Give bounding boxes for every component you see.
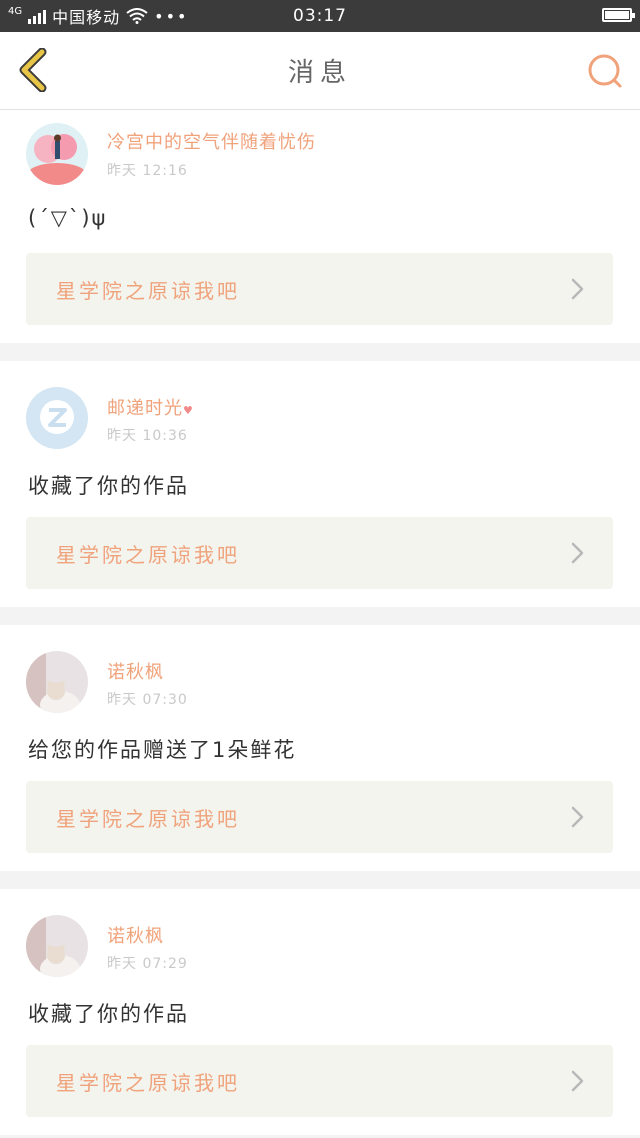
message-content: 收藏了你的作品 (28, 474, 189, 498)
username[interactable]: 冷宫中的空气伴随着忧伤 (107, 128, 316, 154)
username[interactable]: 诺秋枫 (107, 658, 164, 684)
work-link[interactable]: 星学院之原谅我吧 (26, 1045, 613, 1117)
timestamp: 昨天 12:16 (107, 163, 188, 179)
work-link[interactable]: 星学院之原谅我吧 (26, 253, 613, 325)
header-bar: 消息 (0, 32, 640, 110)
chevron-right-icon (571, 806, 584, 828)
page-title: 消息 (287, 58, 352, 88)
avatar[interactable] (26, 123, 88, 185)
username[interactable]: 诺秋枫 (107, 922, 164, 948)
message-card: 诺秋枫 昨天 07:30 给您的作品赠送了1朵鲜花 星学院之原谅我吧 (0, 625, 640, 871)
chevron-right-icon (571, 278, 584, 300)
avatar[interactable] (26, 651, 88, 713)
message-content: (´▽`)ψ (28, 206, 108, 230)
work-title: 星学院之原谅我吧 (56, 278, 240, 303)
message-content: 收藏了你的作品 (28, 1002, 189, 1026)
search-icon (588, 54, 622, 88)
avatar-image (26, 651, 88, 713)
search-button[interactable] (586, 52, 626, 92)
timestamp: 昨天 10:36 (107, 428, 188, 444)
message-card: 冷宫中的空气伴随着忧伤 昨天 12:16 (´▽`)ψ 星学院之原谅我吧 (0, 110, 640, 343)
status-bar: 4G 中国移动 ••• 03:17 (0, 0, 640, 32)
timestamp: 昨天 07:29 (107, 956, 188, 972)
work-link[interactable]: 星学院之原谅我吧 (26, 517, 613, 589)
message-content: 给您的作品赠送了1朵鲜花 (28, 738, 297, 762)
heart-icon: ♥ (183, 404, 194, 417)
chevron-right-icon (571, 542, 584, 564)
status-time: 03:17 (293, 6, 347, 26)
avatar[interactable] (26, 387, 88, 449)
avatar-image (26, 387, 88, 449)
work-title: 星学院之原谅我吧 (56, 806, 240, 831)
message-card: 邮递时光♥ 昨天 10:36 收藏了你的作品 星学院之原谅我吧 (0, 361, 640, 607)
work-title: 星学院之原谅我吧 (56, 1070, 240, 1095)
battery-icon (602, 8, 635, 22)
message-card: 诺秋枫 昨天 07:29 收藏了你的作品 星学院之原谅我吧 (0, 889, 640, 1135)
avatar-image (26, 915, 88, 977)
chevron-right-icon (571, 1070, 584, 1092)
work-link[interactable]: 星学院之原谅我吧 (26, 781, 613, 853)
work-title: 星学院之原谅我吧 (56, 542, 240, 567)
avatar-image (26, 123, 88, 185)
timestamp: 昨天 07:30 (107, 692, 188, 708)
username[interactable]: 邮递时光♥ (107, 394, 194, 420)
avatar[interactable] (26, 915, 88, 977)
